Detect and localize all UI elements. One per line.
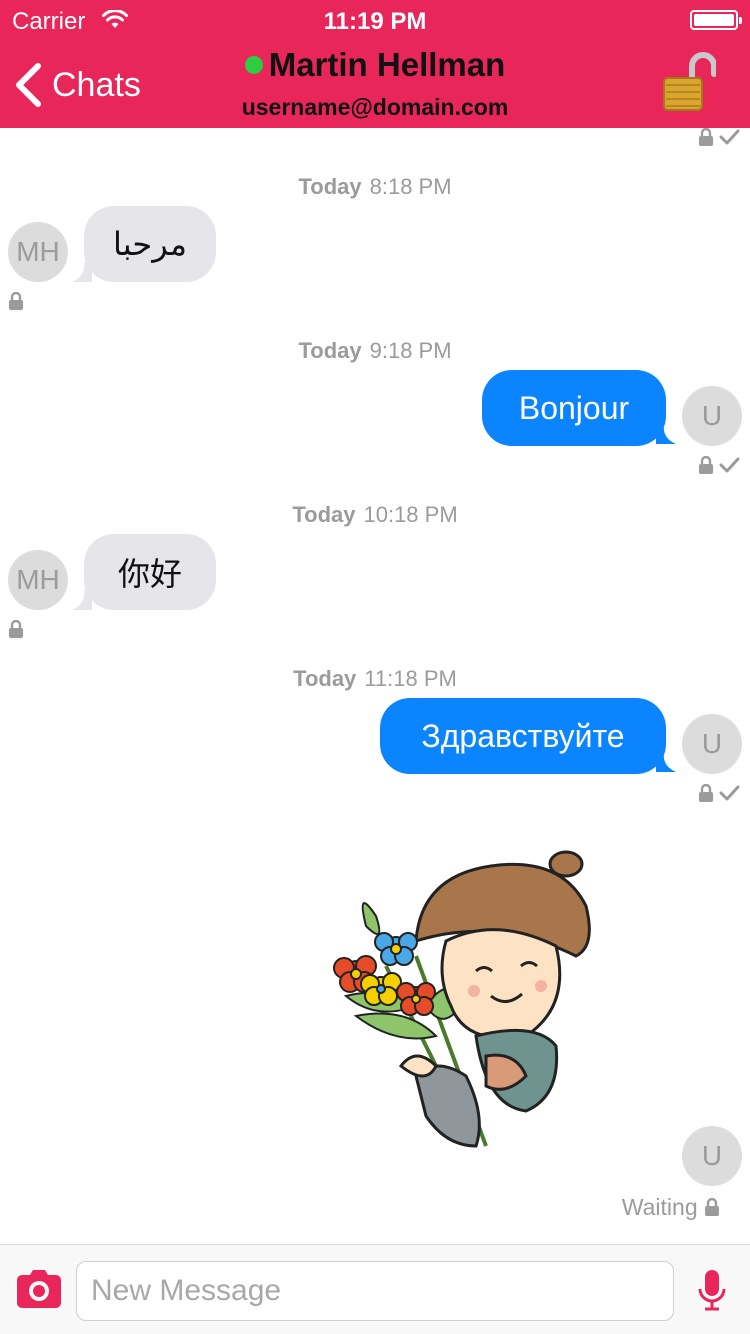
message-status <box>698 456 740 474</box>
lock-icon <box>705 1197 719 1216</box>
checkmark-icon <box>719 129 740 145</box>
contact-email: username@domain.com <box>241 94 509 120</box>
camera-icon <box>17 1270 61 1308</box>
message-status: Waiting <box>622 1194 720 1221</box>
message-bubble[interactable]: Bonjour <box>482 370 666 446</box>
battery-icon <box>690 10 742 30</box>
contact-name: Martin Hellman <box>244 46 506 84</box>
lock-icon <box>9 620 23 638</box>
avatar[interactable]: MH <box>8 550 68 610</box>
lock-icon <box>699 456 713 474</box>
encryption-toggle-button[interactable] <box>662 52 717 117</box>
lock-icon <box>9 292 23 310</box>
microphone-button[interactable] <box>698 1269 726 1316</box>
chat-title: Martin Hellman username@domain.com <box>0 46 750 121</box>
message-input[interactable] <box>76 1261 674 1321</box>
microphone-icon <box>698 1270 726 1311</box>
delivery-status-label: Waiting <box>621 1194 698 1220</box>
lock-icon <box>699 128 713 146</box>
message-status <box>698 784 740 802</box>
open-padlock-icon <box>663 52 717 111</box>
lock-icon <box>699 784 713 802</box>
avatar[interactable]: U <box>682 714 742 774</box>
contact-name-text: Martin Hellman <box>268 46 506 83</box>
message-composer <box>0 1244 750 1334</box>
camera-button[interactable] <box>16 1269 62 1314</box>
message-bubble[interactable]: 你好 <box>84 534 216 610</box>
avatar[interactable]: MH <box>8 222 68 282</box>
navigation-bar: Carrier 11:19 PM Chats Martin Hellman us… <box>0 0 750 128</box>
message-timestamp: Today 11:18 PM <box>293 666 457 691</box>
sticker-image[interactable] <box>326 846 596 1166</box>
avatar[interactable]: U <box>682 1126 742 1186</box>
checkmark-icon <box>719 457 740 473</box>
message-timestamp: Today 8:18 PM <box>298 174 452 199</box>
bubble-tail <box>656 752 676 772</box>
checkmark-icon <box>719 785 740 801</box>
message-bubble[interactable]: مرحبا <box>84 206 216 282</box>
avatar[interactable]: U <box>682 386 742 446</box>
message-bubble[interactable]: Здравствуйте <box>380 698 666 774</box>
online-status-icon <box>244 56 263 74</box>
message-timestamp: Today 9:18 PM <box>298 338 452 363</box>
message-status <box>698 128 740 146</box>
message-timestamp: Today 10:18 PM <box>292 502 458 527</box>
bubble-tail <box>656 424 676 444</box>
status-time: 11:19 PM <box>323 8 427 35</box>
